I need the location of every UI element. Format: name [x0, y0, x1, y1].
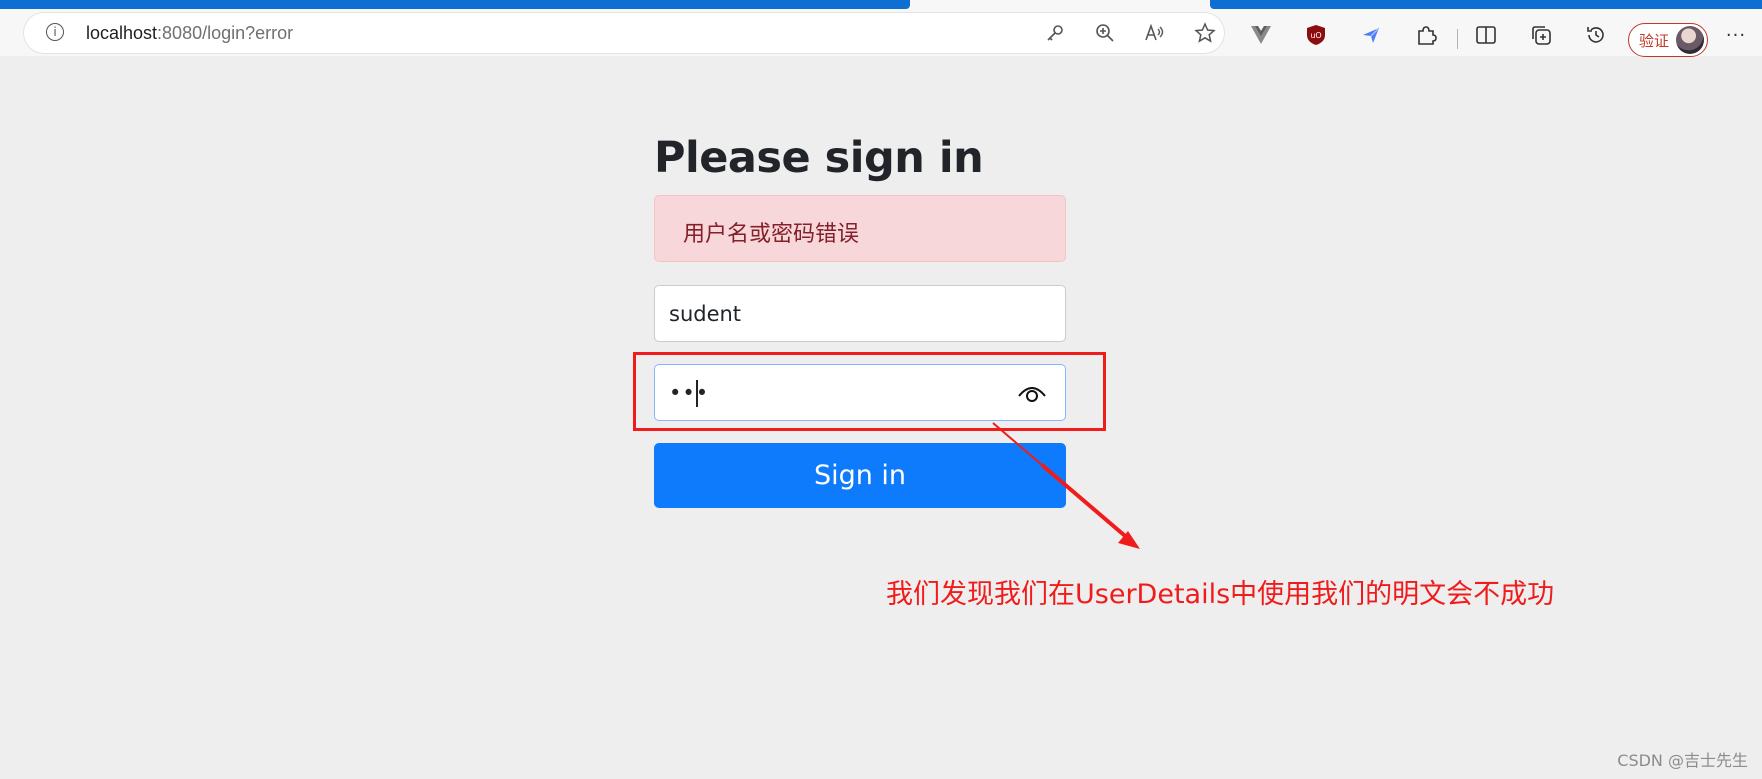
- svg-text:uO: uO: [1310, 31, 1321, 40]
- more-menu-icon[interactable]: ···: [1722, 21, 1750, 49]
- sign-in-button[interactable]: Sign in: [654, 443, 1066, 508]
- error-message: 用户名或密码错误: [683, 222, 860, 247]
- username-input[interactable]: sudent: [654, 285, 1066, 342]
- key-icon[interactable]: [1042, 20, 1068, 46]
- browser-tab-active[interactable]: [0, 0, 910, 9]
- username-value: sudent: [669, 302, 742, 326]
- zoom-icon[interactable]: [1092, 20, 1118, 46]
- watermark: CSDN @吉士先生: [1617, 751, 1748, 770]
- toolbar-divider: [1457, 29, 1458, 49]
- annotation-highlight-box: [633, 352, 1106, 431]
- tab-strip: [0, 0, 1762, 9]
- collections-icon[interactable]: [1527, 21, 1555, 49]
- vue-devtools-icon[interactable]: [1247, 21, 1275, 49]
- url-host: localhost: [86, 23, 158, 43]
- translate-extension-icon[interactable]: [1357, 21, 1385, 49]
- read-aloud-icon[interactable]: [1142, 20, 1168, 46]
- address-bar[interactable]: i localhost:8080/login?error: [24, 13, 1224, 53]
- extensions-puzzle-icon[interactable]: [1412, 21, 1440, 49]
- ublock-shield-icon[interactable]: uO: [1302, 21, 1330, 49]
- favorite-star-icon[interactable]: [1192, 20, 1218, 46]
- page-title: Please sign in: [654, 133, 984, 183]
- avatar: [1676, 26, 1704, 54]
- verify-label: 验证: [1639, 32, 1670, 50]
- browser-tab[interactable]: [1210, 0, 1762, 9]
- annotation-text: 我们发现我们在UserDetails中使用我们的明文会不成功: [886, 579, 1555, 610]
- browser-toolbar: i localhost:8080/login?error uO 验证 ···: [0, 9, 1762, 57]
- info-icon[interactable]: i: [46, 23, 64, 41]
- url-text[interactable]: localhost:8080/login?error: [86, 23, 293, 44]
- error-alert: 用户名或密码错误: [654, 195, 1066, 262]
- split-screen-icon[interactable]: [1472, 21, 1500, 49]
- history-icon[interactable]: [1582, 21, 1610, 49]
- profile-verify-button[interactable]: 验证: [1628, 23, 1708, 57]
- url-path: :8080/login?error: [157, 23, 294, 43]
